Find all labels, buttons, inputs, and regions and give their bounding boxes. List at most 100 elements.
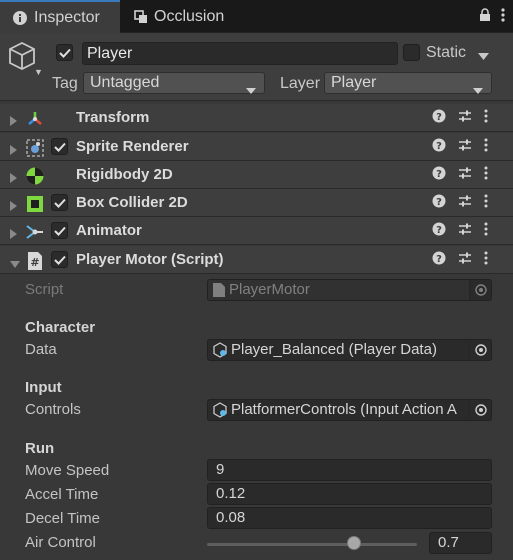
component-menu-icon[interactable] bbox=[484, 138, 488, 156]
component-enabled-checkbox[interactable] bbox=[51, 194, 68, 211]
gameobject-cube-icon[interactable] bbox=[8, 41, 36, 75]
script-icon: # bbox=[25, 251, 45, 271]
tag-label: Tag bbox=[52, 75, 78, 92]
script-field: PlayerMotor bbox=[207, 279, 492, 301]
component-menu-icon[interactable] bbox=[484, 251, 488, 269]
static-dropdown-icon[interactable] bbox=[478, 47, 489, 64]
svg-text:?: ? bbox=[436, 169, 442, 180]
component-buttons: ? bbox=[432, 189, 488, 217]
svg-text:?: ? bbox=[436, 197, 442, 208]
component-buttons: ? bbox=[432, 217, 488, 245]
tab-inspector-label: Inspector bbox=[34, 8, 100, 26]
decel-time-input[interactable]: 0.08 bbox=[207, 507, 492, 529]
tab-occlusion-label: Occlusion bbox=[154, 7, 225, 25]
air-control-slider-track[interactable] bbox=[207, 543, 417, 546]
gameobject-active-checkbox[interactable] bbox=[56, 44, 73, 61]
gameobject-name-input[interactable]: Player bbox=[82, 42, 398, 65]
help-icon[interactable]: ? bbox=[432, 109, 446, 127]
component-menu-icon[interactable] bbox=[484, 222, 488, 240]
component-buttons: ? bbox=[432, 133, 488, 161]
air-control-label: Air Control bbox=[25, 534, 96, 551]
help-icon[interactable]: ? bbox=[432, 138, 446, 156]
component-buttons: ? bbox=[432, 246, 488, 274]
info-icon bbox=[12, 10, 28, 26]
more-options-icon[interactable] bbox=[501, 7, 505, 26]
component-sprite-renderer[interactable]: Sprite Renderer ? bbox=[0, 133, 513, 161]
object-picker-icon bbox=[469, 280, 491, 300]
icon-dropdown-arrow-icon[interactable]: ▼ bbox=[34, 67, 43, 77]
component-enabled-checkbox[interactable] bbox=[51, 138, 68, 155]
fold-right-icon[interactable] bbox=[10, 142, 17, 159]
accel-time-label: Accel Time bbox=[25, 486, 99, 503]
component-animator[interactable]: Animator ? bbox=[0, 217, 513, 245]
object-picker-icon[interactable] bbox=[469, 400, 491, 420]
chevron-down-icon bbox=[246, 80, 256, 100]
occlusion-icon bbox=[134, 9, 148, 24]
script-value: PlayerMotor bbox=[229, 281, 310, 298]
component-enabled-checkbox[interactable] bbox=[51, 222, 68, 239]
component-menu-icon[interactable] bbox=[484, 194, 488, 212]
air-control-slider-handle[interactable] bbox=[347, 536, 361, 550]
move-speed-label: Move Speed bbox=[25, 462, 110, 479]
component-player-motor[interactable]: # Player Motor (Script) ? bbox=[0, 246, 513, 274]
help-icon[interactable]: ? bbox=[432, 194, 446, 212]
fold-right-icon[interactable] bbox=[10, 113, 17, 130]
chevron-down-icon bbox=[473, 80, 483, 100]
presets-icon[interactable] bbox=[458, 166, 472, 184]
accel-time-input[interactable]: 0.12 bbox=[207, 483, 492, 505]
section-run: Run bbox=[25, 440, 55, 457]
svg-text:?: ? bbox=[436, 225, 442, 236]
controls-field[interactable]: PlatformerControls (Input Action A bbox=[207, 399, 492, 421]
data-label: Data bbox=[25, 341, 57, 358]
section-character: Character bbox=[25, 319, 96, 336]
tab-inspector[interactable]: Inspector bbox=[0, 0, 120, 33]
help-icon[interactable]: ? bbox=[432, 222, 446, 240]
object-picker-icon[interactable] bbox=[469, 340, 491, 360]
fold-right-icon[interactable] bbox=[10, 226, 17, 243]
controls-label: Controls bbox=[25, 401, 81, 418]
presets-icon[interactable] bbox=[458, 251, 472, 269]
component-rigidbody-2d[interactable]: Rigidbody 2D ? bbox=[0, 161, 513, 189]
layer-dropdown[interactable]: Player bbox=[324, 72, 492, 94]
script-label: Script bbox=[25, 281, 64, 298]
component-title: Animator bbox=[76, 222, 142, 239]
component-menu-icon[interactable] bbox=[484, 166, 488, 184]
component-transform[interactable]: Transform ? bbox=[0, 104, 513, 132]
fold-right-icon[interactable] bbox=[10, 198, 17, 215]
tab-bar: Inspector Occlusion bbox=[0, 0, 513, 33]
move-speed-input[interactable]: 9 bbox=[207, 459, 492, 481]
component-buttons: ? bbox=[432, 161, 488, 189]
component-title: Transform bbox=[76, 109, 150, 126]
layer-label: Layer bbox=[280, 75, 321, 92]
help-icon[interactable]: ? bbox=[432, 166, 446, 184]
component-title: Box Collider 2D bbox=[76, 194, 188, 211]
controls-value: PlatformerControls (Input Action A bbox=[231, 401, 457, 418]
tab-controls bbox=[479, 0, 505, 33]
svg-text:?: ? bbox=[436, 254, 442, 265]
fold-down-icon[interactable] bbox=[10, 255, 20, 272]
presets-icon[interactable] bbox=[458, 222, 472, 240]
component-box-collider-2d[interactable]: Box Collider 2D ? bbox=[0, 189, 513, 217]
presets-icon[interactable] bbox=[458, 194, 472, 212]
scriptable-object-icon bbox=[212, 342, 228, 358]
section-input: Input bbox=[25, 379, 62, 396]
help-icon[interactable]: ? bbox=[432, 251, 446, 269]
rigidbody-icon bbox=[25, 166, 45, 186]
gameobject-header: ▼ Player Static Tag Untagged Layer Playe… bbox=[0, 33, 513, 101]
static-label: Static bbox=[426, 44, 467, 61]
box-collider-icon bbox=[25, 194, 45, 214]
tab-occlusion[interactable]: Occlusion bbox=[122, 0, 292, 33]
animator-icon bbox=[25, 222, 45, 242]
component-enabled-checkbox[interactable] bbox=[51, 251, 68, 268]
presets-icon[interactable] bbox=[458, 109, 472, 127]
component-title: Rigidbody 2D bbox=[76, 166, 173, 183]
presets-icon[interactable] bbox=[458, 138, 472, 156]
fold-right-icon[interactable] bbox=[10, 170, 17, 187]
lock-icon[interactable] bbox=[479, 7, 491, 26]
layer-value: Player bbox=[331, 74, 377, 91]
tag-dropdown[interactable]: Untagged bbox=[83, 72, 265, 94]
component-menu-icon[interactable] bbox=[484, 109, 488, 127]
static-checkbox[interactable] bbox=[403, 44, 420, 61]
air-control-input[interactable]: 0.7 bbox=[429, 532, 492, 554]
data-field[interactable]: Player_Balanced (Player Data) bbox=[207, 339, 492, 361]
